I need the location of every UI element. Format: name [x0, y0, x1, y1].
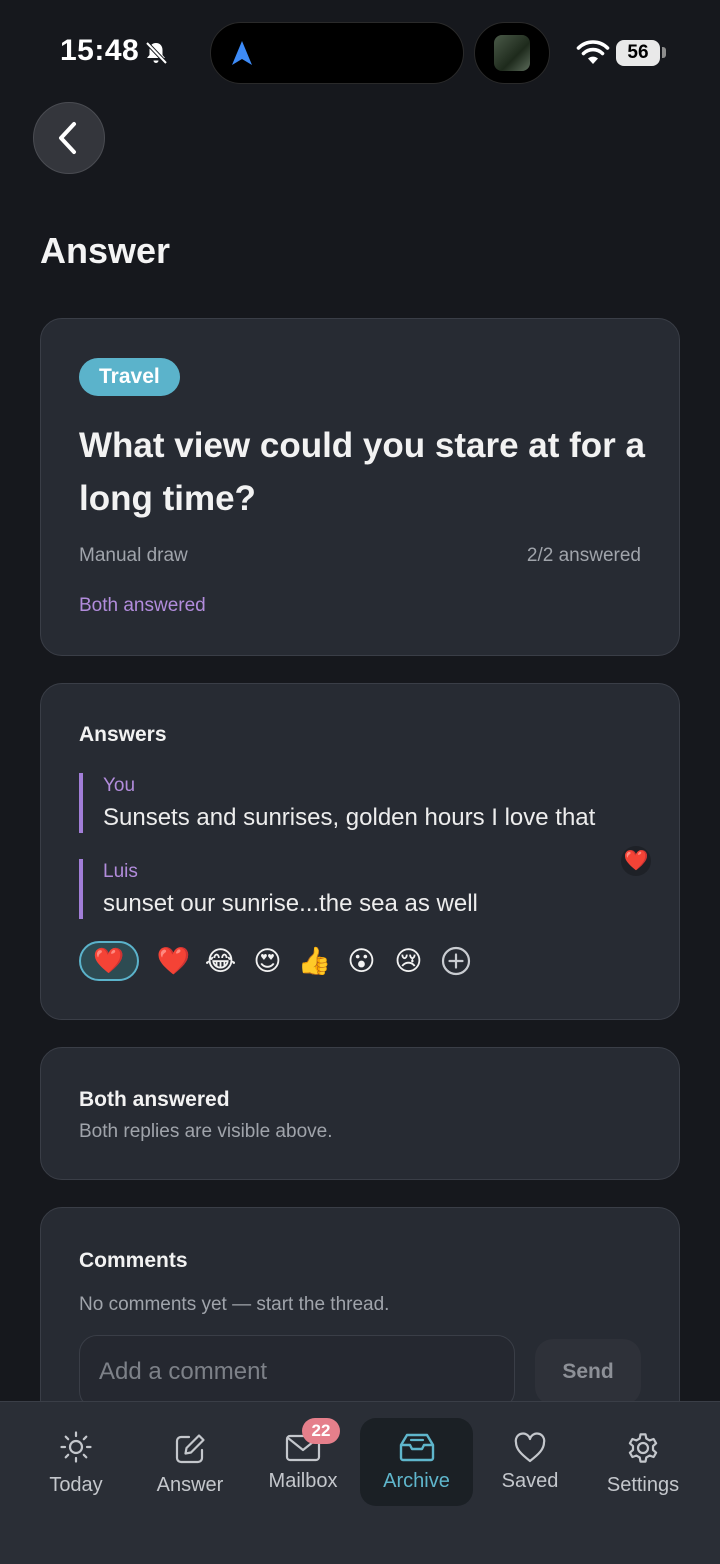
- heart-icon: [514, 1432, 546, 1463]
- reaction-thumbs-up[interactable]: 👍: [291, 941, 338, 981]
- sun-icon: [60, 1431, 92, 1463]
- tab-label: Mailbox: [268, 1470, 338, 1492]
- reaction-heart-selected[interactable]: ❤️: [79, 941, 139, 981]
- category-tag[interactable]: Travel: [79, 358, 180, 396]
- answer-status: Both answered: [79, 595, 206, 616]
- plus-circle-icon: [441, 946, 470, 976]
- comments-heading: Comments: [79, 1249, 188, 1272]
- comments-empty-text: No comments yet — start the thread.: [79, 1294, 390, 1315]
- bell-off-icon: [145, 41, 168, 65]
- draw-mode: Manual draw: [79, 545, 188, 566]
- answered-count: 2/2 answered: [526, 545, 641, 566]
- question-card: Travel What view could you stare at for …: [40, 318, 680, 656]
- answer-item[interactable]: Luis sunset our sunrise...the sea as wel…: [79, 859, 639, 919]
- page-title: Answer: [40, 230, 171, 271]
- answer-item: You Sunsets and sunrises, golden hours I…: [79, 773, 639, 833]
- battery-level: 56: [616, 40, 660, 66]
- status-card-title: Both answered: [79, 1088, 230, 1111]
- answers-heading: Answers: [79, 723, 167, 746]
- tab-answer[interactable]: Answer: [133, 1402, 247, 1522]
- add-reaction-button[interactable]: [432, 945, 479, 977]
- tab-bar: Today Answer Mailbox Archive Saved Setti…: [0, 1401, 720, 1564]
- tab-saved[interactable]: Saved: [473, 1402, 587, 1522]
- tab-today[interactable]: Today: [19, 1402, 133, 1522]
- tab-archive[interactable]: Archive: [360, 1418, 473, 1506]
- tab-settings[interactable]: Settings: [586, 1402, 700, 1522]
- both-answered-card: Both answered Both replies are visible a…: [40, 1047, 680, 1180]
- reaction-laugh[interactable]: 😂: [197, 941, 244, 981]
- question-text: What view could you stare at for a long …: [79, 426, 645, 518]
- send-button[interactable]: Send: [535, 1339, 641, 1405]
- reaction-heart[interactable]: ❤️: [150, 941, 197, 981]
- gear-icon: [628, 1433, 658, 1463]
- reaction-surprised[interactable]: 😮: [338, 941, 385, 981]
- answer-author: Luis: [103, 861, 138, 882]
- live-activity-thumbnail: [494, 35, 530, 71]
- battery-tip: [662, 47, 666, 58]
- answer-text: Sunsets and sunrises, golden hours I lov…: [103, 804, 596, 831]
- status-card-subtitle: Both replies are visible above.: [79, 1121, 333, 1142]
- status-time: 15:48: [60, 34, 140, 67]
- chevron-left-icon: [59, 122, 76, 154]
- navigation-arrow-icon: [232, 41, 252, 65]
- mailbox-badge: 22: [302, 1418, 340, 1444]
- tab-label: Answer: [156, 1474, 224, 1496]
- tab-label: Today: [49, 1474, 103, 1496]
- answer-reaction-heart-icon: ❤️: [621, 846, 651, 876]
- edit-icon: [175, 1434, 205, 1464]
- tab-label: Saved: [501, 1470, 559, 1492]
- tab-label: Archive: [383, 1470, 450, 1492]
- comment-input[interactable]: [79, 1335, 515, 1409]
- wifi-icon: [576, 40, 610, 64]
- tab-mailbox[interactable]: Mailbox: [246, 1402, 360, 1522]
- answers-card: Answers You Sunsets and sunrises, golden…: [40, 683, 680, 1020]
- reaction-heart-eyes[interactable]: 😍: [244, 941, 291, 981]
- archive-icon: [399, 1433, 434, 1462]
- status-bar: 15:48 56: [0, 0, 720, 100]
- answer-author: You: [103, 775, 136, 796]
- tab-label: Settings: [606, 1474, 680, 1496]
- answer-text: sunset our sunrise...the sea as well: [103, 890, 478, 917]
- reaction-sad[interactable]: 😢: [385, 941, 432, 981]
- reaction-bar: ❤️ ❤️ 😂 😍 👍 😮 😢: [79, 940, 479, 982]
- back-button[interactable]: [33, 102, 105, 174]
